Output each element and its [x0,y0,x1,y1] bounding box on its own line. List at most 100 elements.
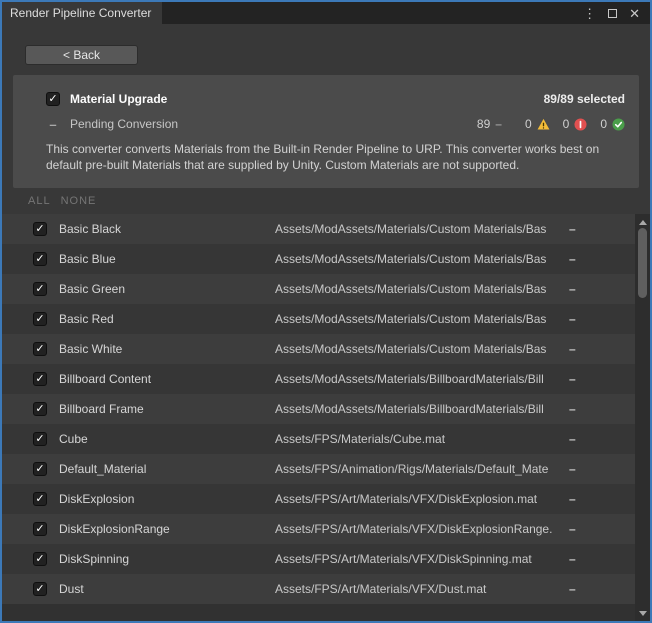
converter-name: Material Upgrade [70,92,167,106]
material-path: Assets/ModAssets/Materials/Custom Materi… [275,274,563,304]
row-status-dash-icon: – [569,244,576,274]
material-path: Assets/ModAssets/Materials/Custom Materi… [275,334,563,364]
material-path: Assets/FPS/Art/Materials/VFX/DiskSpinnin… [275,544,563,574]
error-icon [574,118,587,131]
titlebar: Render Pipeline Converter ⋮ ✕ [2,2,650,24]
material-name: Basic Blue [59,244,116,274]
table-row[interactable]: ✓ Default_Material Assets/FPS/Animation/… [2,454,635,484]
window-title: Render Pipeline Converter [10,6,151,20]
row-checkbox[interactable]: ✓ [33,432,47,446]
selected-count: 89/89 selected [544,92,625,106]
materials-list-area: ✓ Basic Black Assets/ModAssets/Materials… [2,214,650,621]
table-row[interactable]: ✓ DiskExplosionRange Assets/FPS/Art/Mate… [2,514,635,544]
material-path: Assets/FPS/Art/Materials/VFX/Dust.mat [275,574,563,604]
material-name: Default_Material [59,454,146,484]
success-count: 0 [600,117,607,131]
material-path: Assets/ModAssets/Materials/BillboardMate… [275,394,563,424]
row-checkbox[interactable]: ✓ [33,372,47,386]
warning-count: 0 [525,117,532,131]
select-all-link[interactable]: ALL [28,195,51,207]
scroll-up-icon[interactable] [635,216,650,228]
material-path: Assets/ModAssets/Materials/Custom Materi… [275,304,563,334]
scroll-down-icon[interactable] [635,607,650,619]
row-status-dash-icon: – [569,334,576,364]
row-checkbox[interactable]: ✓ [33,252,47,266]
scrollbar[interactable] [635,214,650,621]
pending-conversion-row: – Pending Conversion 89 – 0 0 [13,114,639,134]
maximize-glyph [608,9,617,18]
row-status-dash-icon: – [569,214,576,244]
select-none-link[interactable]: NONE [61,195,97,207]
material-name: Basic White [59,334,122,364]
row-checkbox[interactable]: ✓ [33,222,47,236]
pending-minus-icon: – [46,117,60,132]
material-name: DiskExplosionRange [59,514,170,544]
material-path: Assets/ModAssets/Materials/Custom Materi… [275,244,563,274]
converter-checkbox[interactable]: ✓ [46,92,60,106]
render-pipeline-converter-window: Render Pipeline Converter ⋮ ✕ < Back ✓ M… [0,0,652,623]
material-path: Assets/ModAssets/Materials/BillboardMate… [275,364,563,394]
row-checkbox[interactable]: ✓ [33,582,47,596]
row-checkbox[interactable]: ✓ [33,312,47,326]
row-checkbox[interactable]: ✓ [33,282,47,296]
status-counts: 89 – 0 0 0 [477,117,625,131]
material-path: Assets/FPS/Art/Materials/VFX/DiskExplosi… [275,514,563,544]
row-status-dash-icon: – [569,454,576,484]
selection-links: ALL NONE [28,195,96,207]
error-count: 0 [563,117,570,131]
material-path: Assets/FPS/Animation/Rigs/Materials/Defa… [275,454,563,484]
material-path: Assets/ModAssets/Materials/Custom Materi… [275,214,563,244]
row-checkbox[interactable]: ✓ [33,522,47,536]
back-button[interactable]: < Back [25,45,138,65]
converter-panel: ✓ Material Upgrade 89/89 selected – Pend… [13,75,639,188]
material-path: Assets/FPS/Materials/Cube.mat [275,424,563,454]
table-row[interactable]: ✓ Dust Assets/FPS/Art/Materials/VFX/Dust… [2,574,635,604]
material-name: Basic Green [59,274,125,304]
menu-kebab-icon[interactable]: ⋮ [583,7,596,20]
scrollbar-thumb[interactable] [638,228,647,298]
converter-description: This converter converts Materials from t… [46,141,619,173]
row-status-dash-icon: – [569,274,576,304]
maximize-icon[interactable] [608,7,617,20]
row-status-dash-icon: – [569,304,576,334]
row-checkbox[interactable]: ✓ [33,342,47,356]
pending-dash-icon: – [495,117,502,131]
converter-header-row: ✓ Material Upgrade 89/89 selected [13,88,639,110]
row-status-dash-icon: – [569,544,576,574]
table-row[interactable]: ✓ Basic Green Assets/ModAssets/Materials… [2,274,635,304]
table-row[interactable]: ✓ Basic White Assets/ModAssets/Materials… [2,334,635,364]
close-icon[interactable]: ✕ [629,7,640,20]
row-checkbox[interactable]: ✓ [33,552,47,566]
table-row[interactable]: ✓ DiskExplosion Assets/FPS/Art/Materials… [2,484,635,514]
material-name: DiskExplosion [59,484,134,514]
material-name: Basic Red [59,304,114,334]
row-checkbox[interactable]: ✓ [33,402,47,416]
row-checkbox[interactable]: ✓ [33,462,47,476]
table-row[interactable]: ✓ Billboard Content Assets/ModAssets/Mat… [2,364,635,394]
table-row[interactable]: ✓ Billboard Frame Assets/ModAssets/Mater… [2,394,635,424]
material-name: Dust [59,574,84,604]
window-body: < Back ✓ Material Upgrade 89/89 selected… [2,24,650,621]
row-checkbox[interactable]: ✓ [33,492,47,506]
table-row[interactable]: ✓ Basic Red Assets/ModAssets/Materials/C… [2,304,635,334]
material-name: Billboard Frame [59,394,144,424]
row-status-dash-icon: – [569,424,576,454]
warning-icon [537,118,550,131]
material-path: Assets/FPS/Art/Materials/VFX/DiskExplosi… [275,484,563,514]
row-status-dash-icon: – [569,514,576,544]
material-name: Cube [59,424,88,454]
material-name: DiskSpinning [59,544,129,574]
material-name: Billboard Content [59,364,151,394]
table-row[interactable]: ✓ DiskSpinning Assets/FPS/Art/Materials/… [2,544,635,574]
row-status-dash-icon: – [569,394,576,424]
pending-label: Pending Conversion [70,117,178,131]
row-status-dash-icon: – [569,364,576,394]
row-status-dash-icon: – [569,574,576,604]
material-name: Basic Black [59,214,121,244]
window-controls: ⋮ ✕ [583,2,650,24]
table-row[interactable]: ✓ Basic Black Assets/ModAssets/Materials… [2,214,635,244]
pending-total: 89 [477,117,490,131]
table-row[interactable]: ✓ Basic Blue Assets/ModAssets/Materials/… [2,244,635,274]
table-row[interactable]: ✓ Cube Assets/FPS/Materials/Cube.mat – [2,424,635,454]
window-tab[interactable]: Render Pipeline Converter [2,2,162,24]
